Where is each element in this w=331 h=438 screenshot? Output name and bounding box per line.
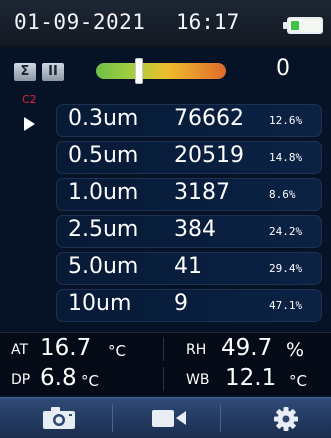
air-temp-label: AT — [11, 342, 29, 358]
row-count-value: 20519 — [174, 143, 244, 168]
row-percent-value: 29.4% — [269, 262, 303, 275]
selection-arrow-icon — [24, 117, 35, 131]
environment-panel: AT 16.7 °C RH 49.7 % DP 6.8 °C WB 12.1 °… — [0, 332, 331, 395]
humidity-label: RH — [186, 342, 207, 358]
row-size-label: 1.0um — [68, 180, 139, 205]
size-row-4[interactable]: 5.0um 41 29.4% — [56, 252, 322, 285]
air-temp-value: 16.7 — [40, 335, 92, 361]
battery-level — [291, 21, 299, 30]
row-percent-value: 47.1% — [269, 299, 303, 312]
row-size-label: 0.5um — [68, 143, 139, 168]
toolbar-separator — [112, 404, 113, 432]
row-size-label: 0.3um — [68, 106, 139, 131]
row-size-label: 2.5um — [68, 217, 139, 242]
video-icon[interactable] — [150, 406, 190, 430]
dew-point-label: DP — [11, 372, 31, 388]
row-percent-value: 14.8% — [269, 151, 303, 164]
settings-icon[interactable] — [273, 406, 299, 432]
row-percent-value: 8.6% — [269, 188, 296, 201]
channel-tag: C2 — [22, 93, 37, 106]
row-size-label: 10um — [68, 291, 132, 316]
time-display: 16:17 — [176, 10, 240, 34]
wet-bulb-unit: °C — [289, 372, 307, 390]
slider-thumb[interactable] — [135, 58, 143, 84]
row-count-value: 384 — [174, 217, 216, 242]
wet-bulb-value: 12.1 — [225, 365, 277, 391]
level-slider[interactable] — [96, 58, 226, 84]
humidity-unit: % — [286, 339, 305, 361]
row-size-label: 5.0um — [68, 254, 139, 279]
size-row-2[interactable]: 1.0um 3187 8.6% — [56, 178, 322, 211]
row-percent-value: 12.6% — [269, 114, 303, 127]
status-bar: 01-09-2021 16:17 — [0, 0, 331, 47]
row-count-value: 9 — [174, 291, 188, 316]
toolbar-separator — [220, 404, 221, 432]
sum-button[interactable]: Σ — [14, 63, 36, 81]
air-temp-unit: °C — [108, 342, 126, 360]
size-row-5[interactable]: 10um 9 47.1% — [56, 289, 322, 322]
particle-counter-screen: 01-09-2021 16:17 Σ II 0 C2 0.3um 76662 1… — [0, 0, 331, 438]
pause-button[interactable]: II — [42, 63, 64, 81]
dew-point-value: 6.8 — [40, 365, 77, 391]
size-row-3[interactable]: 2.5um 384 24.2% — [56, 215, 322, 248]
dew-point-unit: °C — [81, 372, 99, 390]
humidity-value: 49.7 — [221, 335, 273, 361]
divider — [163, 337, 164, 361]
row-percent-value: 24.2% — [269, 225, 303, 238]
row-count-value: 3187 — [174, 180, 230, 205]
battery-icon — [287, 17, 323, 34]
divider — [163, 367, 164, 391]
wet-bulb-label: WB — [186, 372, 210, 388]
row-count-value: 76662 — [174, 106, 244, 131]
control-row: Σ II 0 — [0, 50, 331, 90]
row-count-value: 41 — [174, 254, 202, 279]
size-row-0[interactable]: 0.3um 76662 12.6% — [56, 104, 322, 137]
count-readout: 0 — [276, 56, 290, 81]
size-row-1[interactable]: 0.5um 20519 14.8% — [56, 141, 322, 174]
date-display: 01-09-2021 — [14, 10, 146, 34]
camera-icon[interactable] — [42, 406, 76, 430]
bottom-toolbar — [0, 397, 331, 438]
